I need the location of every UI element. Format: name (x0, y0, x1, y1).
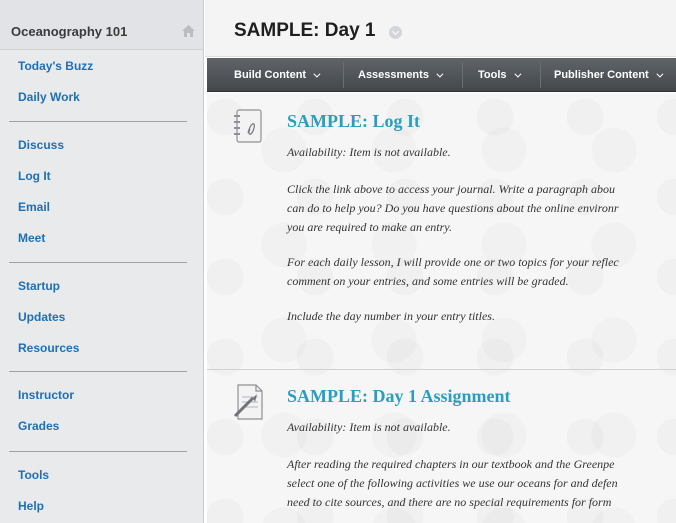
course-title[interactable]: Oceanography 101 (11, 24, 127, 39)
content-item: SAMPLE: Log It Availability: Item is not… (207, 93, 676, 369)
item-title-link[interactable]: SAMPLE: Log It (287, 111, 420, 132)
sidebar-divider (9, 451, 187, 452)
tools-label: Tools (478, 69, 507, 81)
tools-menu[interactable]: Tools (478, 58, 521, 92)
menu-separator (462, 62, 463, 88)
chevron-down-icon (656, 70, 664, 78)
sidebar-item-grades[interactable]: Grades (18, 419, 59, 433)
sidebar-item-email[interactable]: Email (18, 200, 50, 214)
sidebar-item-help[interactable]: Help (18, 499, 44, 513)
description-line: After reading the required chapters in o… (287, 457, 615, 471)
build-content-menu[interactable]: Build Content (234, 58, 321, 92)
sidebar-item-todays-buzz[interactable]: Today's Buzz (18, 59, 93, 73)
menu-separator (540, 62, 541, 88)
page-title: SAMPLE: Day 1 (234, 20, 376, 41)
description-line: you are required to make an entry. (287, 220, 452, 234)
home-icon[interactable] (182, 25, 195, 37)
description-line: need to cite sources, and there are no s… (287, 495, 612, 509)
chevron-down-icon[interactable] (389, 26, 402, 39)
sidebar-item-tools[interactable]: Tools (18, 468, 49, 482)
chevron-down-icon (436, 70, 444, 78)
content-item: SAMPLE: Day 1 Assignment Availability: I… (207, 370, 676, 523)
publisher-content-label: Publisher Content (554, 69, 649, 81)
page-header: SAMPLE: Day 1 (205, 0, 676, 57)
publisher-content-menu[interactable]: Publisher Content (554, 58, 664, 92)
description-line: Include the day number in your entry tit… (287, 309, 495, 323)
menu-separator (343, 62, 344, 88)
chevron-down-icon (513, 70, 521, 78)
sidebar-divider (9, 121, 187, 122)
availability-text: Availability: Item is not available. (287, 145, 451, 159)
availability-text: Availability: Item is not available. (287, 420, 451, 434)
journal-icon (234, 109, 262, 143)
course-menu-sidebar: Oceanography 101 Today's Buzz Daily Work… (0, 0, 204, 523)
description-line: comment on your entries, and some entrie… (287, 274, 569, 288)
description-line: For each daily lesson, I will provide on… (287, 255, 619, 269)
description-line: can do to help you? Do you have question… (287, 201, 619, 215)
content-area: SAMPLE: Log It Availability: Item is not… (207, 93, 676, 523)
sidebar-item-log-it[interactable]: Log It (18, 169, 51, 183)
sidebar-item-updates[interactable]: Updates (18, 310, 65, 324)
sidebar-item-startup[interactable]: Startup (18, 279, 60, 293)
action-bar: Build Content Assessments Tools Publishe… (207, 58, 676, 92)
sidebar-divider (9, 371, 187, 372)
build-content-label: Build Content (234, 69, 307, 81)
assessments-label: Assessments (358, 69, 429, 81)
sidebar-item-daily-work[interactable]: Daily Work (18, 90, 80, 104)
item-title-link[interactable]: SAMPLE: Day 1 Assignment (287, 386, 511, 407)
assignment-icon (233, 384, 263, 420)
description-line: select one of the following activities w… (287, 476, 618, 490)
description-line: Click the link above to access your jour… (287, 182, 615, 196)
sidebar-item-resources[interactable]: Resources (18, 341, 79, 355)
sidebar-item-instructor[interactable]: Instructor (18, 388, 74, 402)
chevron-down-icon (313, 70, 321, 78)
sidebar-divider (9, 262, 187, 263)
assessments-menu[interactable]: Assessments (358, 58, 444, 92)
sidebar-item-meet[interactable]: Meet (18, 231, 45, 245)
sidebar-item-discuss[interactable]: Discuss (18, 138, 64, 152)
course-header: Oceanography 101 (0, 0, 203, 50)
